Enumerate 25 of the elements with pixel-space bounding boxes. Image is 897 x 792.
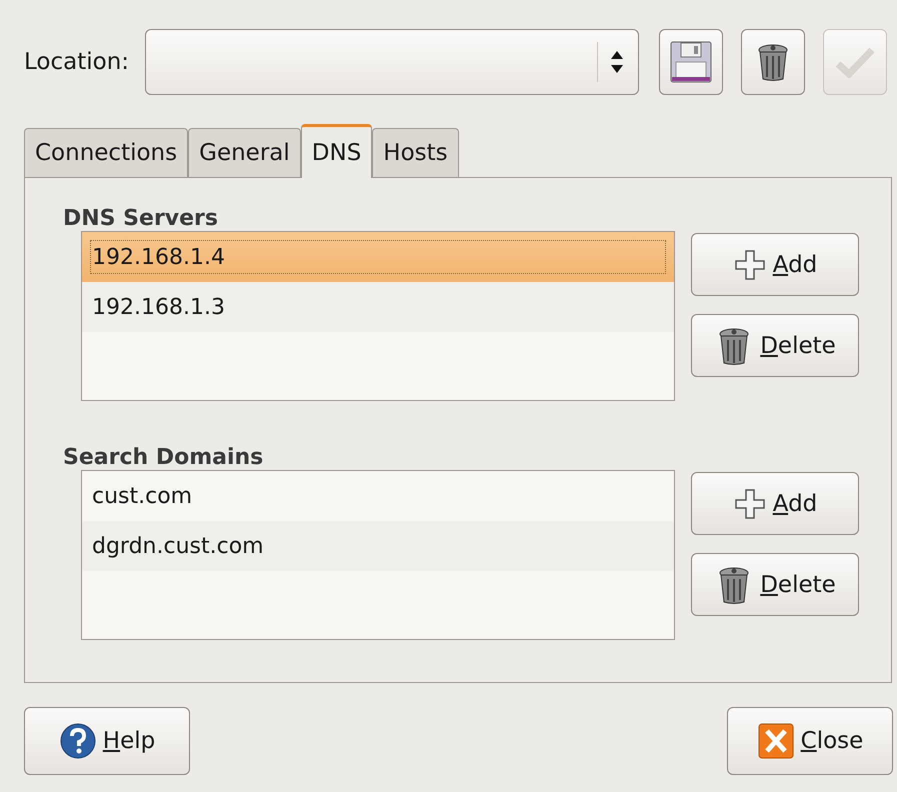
spin-arrows-icon: [610, 49, 624, 75]
close-button[interactable]: Close: [727, 707, 893, 775]
help-icon: [58, 722, 97, 760]
plus-icon: [732, 248, 767, 282]
plus-icon: [732, 486, 767, 520]
list-item[interactable]: 192.168.1.3: [82, 282, 674, 332]
close-icon: [756, 722, 795, 760]
add-button[interactable]: Add: [691, 233, 859, 296]
location-label: Location:: [24, 49, 130, 75]
save-button[interactable]: [659, 29, 724, 95]
delete-button[interactable]: [741, 29, 806, 95]
tab[interactable]: DNS: [300, 124, 372, 178]
add-button[interactable]: Add: [691, 472, 859, 535]
delete-button[interactable]: Delete: [691, 553, 859, 616]
delete-button[interactable]: Delete: [691, 314, 859, 377]
section-heading: Search Domains: [63, 445, 264, 470]
checkmark-icon: [835, 46, 876, 78]
list-item[interactable]: 192.168.1.4: [82, 232, 674, 282]
section-heading: DNS Servers: [63, 206, 219, 231]
tab[interactable]: Hosts: [372, 128, 459, 177]
tab[interactable]: Connections: [24, 128, 188, 177]
tab[interactable]: General: [188, 128, 301, 177]
list-item[interactable]: dgrdn.cust.com: [82, 521, 674, 571]
location-combo-box[interactable]: [145, 29, 640, 95]
help-button[interactable]: Help: [24, 707, 190, 775]
